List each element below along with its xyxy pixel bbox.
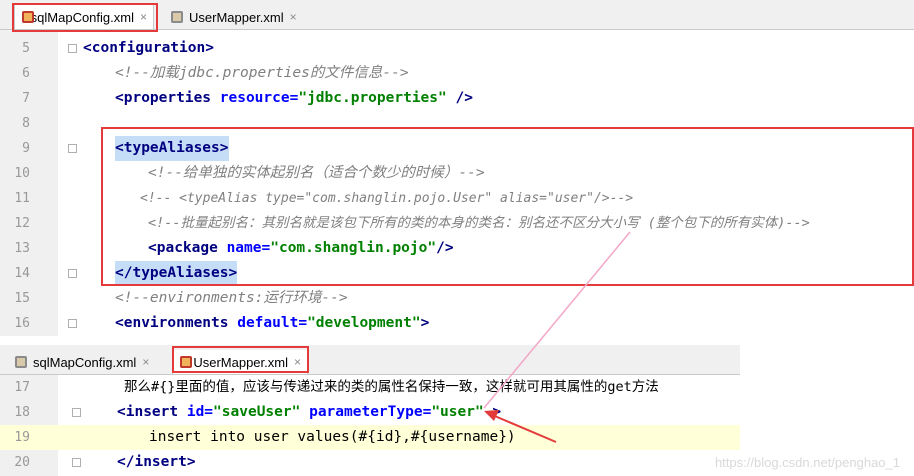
watermark: https://blog.csdn.net/penghao_1 <box>714 455 900 470</box>
annotation-arrows <box>483 231 631 443</box>
arrow-line <box>489 413 557 443</box>
arrow-head-icon <box>484 410 499 421</box>
connector-line <box>483 231 631 409</box>
